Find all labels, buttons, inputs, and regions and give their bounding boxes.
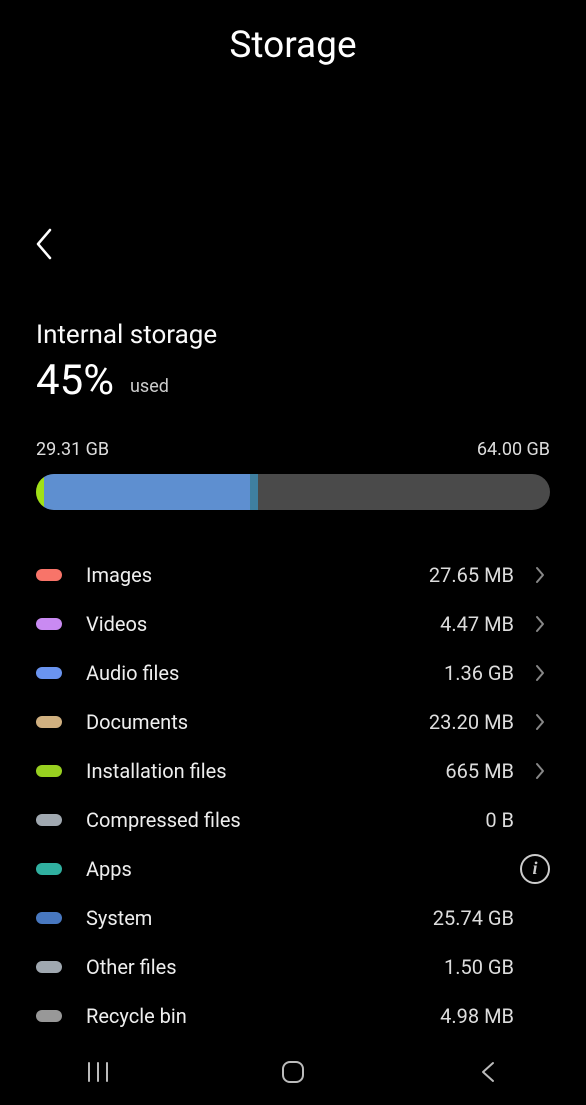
category-size: 665 MB xyxy=(445,759,514,783)
category-color-pill xyxy=(36,1010,62,1022)
category-color-pill xyxy=(36,716,62,728)
category-label: System xyxy=(86,906,433,930)
chevron-right-icon xyxy=(530,614,550,634)
storage-percent: 45% xyxy=(36,356,114,405)
recents-icon xyxy=(85,1059,111,1085)
category-label: Images xyxy=(86,563,429,587)
category-label: Videos xyxy=(86,612,440,636)
category-row: Recycle bin4.98 MB xyxy=(36,991,550,1040)
category-size: 27.65 MB xyxy=(429,563,514,587)
android-navbar xyxy=(0,1039,586,1105)
home-icon xyxy=(279,1058,307,1086)
category-label: Compressed files xyxy=(86,808,485,832)
category-list: Images27.65 MBVideos4.47 MBAudio files1.… xyxy=(36,550,550,1040)
category-row[interactable]: Appsi xyxy=(36,844,550,893)
category-color-pill xyxy=(36,765,62,777)
storage-used-label: used xyxy=(130,376,169,397)
info-icon[interactable]: i xyxy=(520,854,550,884)
category-row[interactable]: Documents23.20 MB xyxy=(36,697,550,746)
category-row[interactable]: Audio files1.36 GB xyxy=(36,648,550,697)
category-size: 4.47 MB xyxy=(440,612,514,636)
category-size: 1.50 GB xyxy=(444,955,514,979)
category-color-pill xyxy=(36,618,62,630)
back-button[interactable] xyxy=(32,226,54,266)
home-button[interactable] xyxy=(253,1058,333,1086)
chevron-right-icon xyxy=(530,565,550,585)
storage-total-size: 64.00 GB xyxy=(477,439,550,460)
bar-segment xyxy=(250,474,258,510)
category-color-pill xyxy=(36,667,62,679)
category-row[interactable]: Installation files665 MB xyxy=(36,746,550,795)
category-size: 4.98 MB xyxy=(440,1004,514,1028)
storage-type-label: Internal storage xyxy=(36,320,550,350)
category-label: Audio files xyxy=(86,661,444,685)
storage-bar xyxy=(36,474,550,510)
category-color-pill xyxy=(36,569,62,581)
page-title: Storage xyxy=(0,0,586,67)
category-color-pill xyxy=(36,961,62,973)
category-row: Other files1.50 GB xyxy=(36,942,550,991)
category-color-pill xyxy=(36,814,62,826)
category-color-pill xyxy=(36,912,62,924)
category-size: 23.20 MB xyxy=(429,710,514,734)
category-color-pill xyxy=(36,863,62,875)
category-label: Apps xyxy=(86,857,520,881)
category-label: Recycle bin xyxy=(86,1004,440,1028)
category-row[interactable]: Images27.65 MB xyxy=(36,550,550,599)
chevron-right-icon xyxy=(530,663,550,683)
category-size: 1.36 GB xyxy=(444,661,514,685)
bar-segment xyxy=(44,474,250,510)
back-arrow-icon xyxy=(32,226,54,262)
category-size: 25.74 GB xyxy=(433,906,514,930)
nav-back-icon xyxy=(478,1058,498,1086)
recents-button[interactable] xyxy=(58,1059,138,1085)
category-row: System25.74 GB xyxy=(36,893,550,942)
category-row: Compressed files0 B xyxy=(36,795,550,844)
category-label: Other files xyxy=(86,955,444,979)
nav-back-button[interactable] xyxy=(448,1058,528,1086)
chevron-right-icon xyxy=(530,761,550,781)
bar-segment xyxy=(36,474,44,510)
storage-used-size: 29.31 GB xyxy=(36,439,109,460)
category-row[interactable]: Videos4.47 MB xyxy=(36,599,550,648)
category-label: Documents xyxy=(86,710,429,734)
category-label: Installation files xyxy=(86,759,445,783)
chevron-right-icon xyxy=(530,712,550,732)
category-size: 0 B xyxy=(485,808,514,832)
